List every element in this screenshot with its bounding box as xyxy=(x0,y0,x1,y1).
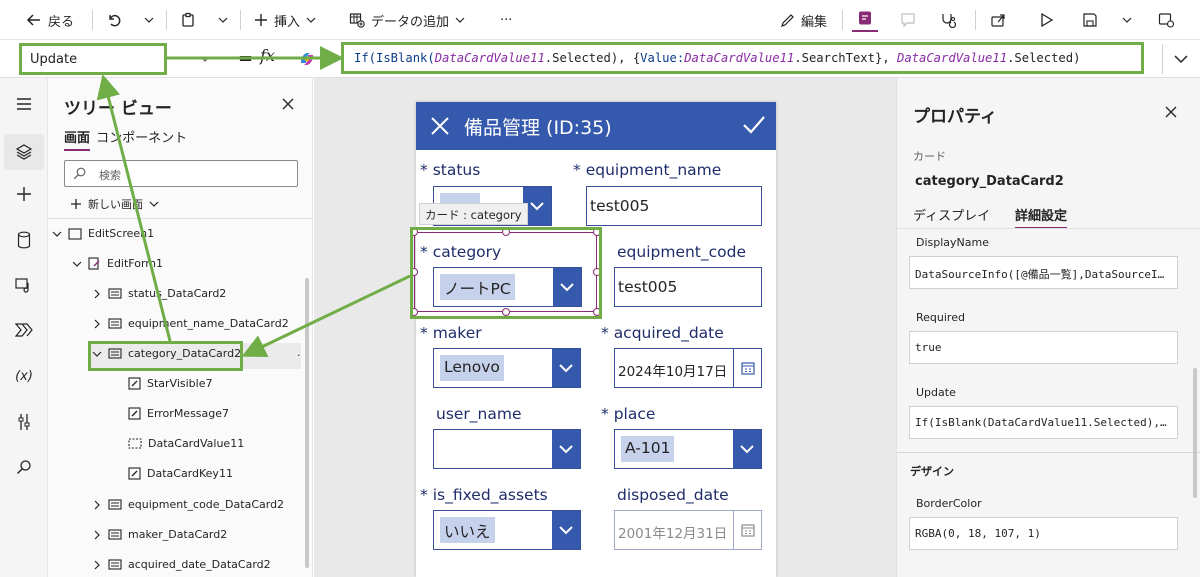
annotation-arrows xyxy=(96,46,411,358)
